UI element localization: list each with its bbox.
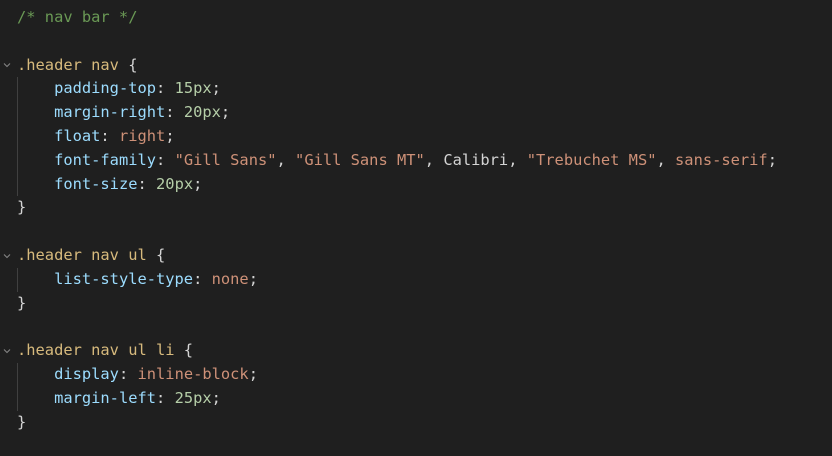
css-value: 15px [174, 79, 212, 98]
code-line[interactable]: float: right; [0, 125, 175, 149]
css-property: float [54, 127, 101, 145]
css-property: padding-top [54, 79, 157, 98]
code-line[interactable]: margin-right: 20px; [0, 101, 230, 125]
code-line[interactable]: font-family: "Gill Sans", "Gill Sans MT"… [0, 149, 777, 173]
css-selector: .header nav ul li [17, 341, 175, 360]
code-line[interactable]: list-style-type: none; [0, 268, 258, 292]
css-property: font-family [54, 150, 157, 169]
css-property: margin-left [54, 388, 157, 407]
code-line[interactable]: /* nav bar */ [0, 6, 137, 30]
code-line[interactable]: .header nav { [0, 54, 137, 78]
code-comment: /* nav bar */ [17, 8, 138, 26]
css-font-name: sans-serif [675, 150, 768, 169]
code-line[interactable]: .header nav ul li { [0, 339, 193, 363]
css-selector: .header nav [17, 55, 119, 74]
css-font-name: "Gill Sans MT" [295, 150, 425, 169]
css-value: inline-block [137, 365, 249, 383]
css-value: 20px [183, 103, 221, 122]
css-font-name: "Gill Sans" [174, 150, 277, 169]
code-line[interactable]: font-size: 20px; [0, 173, 202, 197]
css-property: margin-right [54, 103, 166, 122]
css-font-name: Calibri [443, 150, 509, 169]
chevron-down-icon[interactable] [1, 54, 13, 78]
code-line[interactable]: } [0, 196, 37, 220]
css-value: none [211, 269, 249, 288]
css-value: right [118, 127, 166, 145]
code-editor[interactable]: /* nav bar */ .header nav { padding-top:… [0, 0, 832, 456]
code-line[interactable]: .header nav ul { [0, 244, 165, 268]
closing-brace: } [17, 293, 27, 312]
css-property: display [54, 365, 119, 383]
closing-brace: } [17, 198, 27, 217]
code-line[interactable]: display: inline-block; [0, 363, 258, 387]
code-line[interactable]: } [0, 411, 37, 435]
chevron-down-icon[interactable] [1, 244, 13, 268]
css-value: 25px [174, 388, 212, 407]
closing-brace: } [17, 412, 27, 431]
code-line[interactable]: } [0, 292, 37, 316]
css-property: font-size [54, 174, 138, 193]
css-selector: .header nav ul [17, 246, 147, 264]
css-font-name: "Trebuchet MS" [526, 150, 657, 169]
chevron-down-icon[interactable] [1, 339, 13, 363]
code-line[interactable]: margin-left: 25px; [0, 387, 221, 411]
css-value: 20px [156, 174, 194, 193]
css-property: list-style-type [54, 269, 194, 288]
code-line[interactable]: padding-top: 15px; [0, 77, 221, 101]
